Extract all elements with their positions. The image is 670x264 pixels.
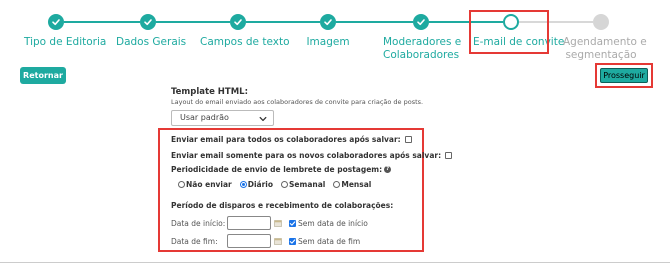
step-label-campos-de-texto[interactable]: Campos de texto	[200, 36, 290, 49]
calendar-icon[interactable]	[274, 237, 282, 245]
send-all-label: Enviar email para todos os colaboradores…	[171, 135, 401, 144]
start-date-label: Data de início:	[171, 218, 226, 228]
send-all-checkbox[interactable]	[404, 136, 412, 143]
step-done-check-icon[interactable]	[320, 14, 336, 30]
radio-button[interactable]	[281, 181, 289, 188]
send-new-option: Enviar email somente para os novos colab…	[171, 151, 453, 160]
help-icon[interactable]: ?	[384, 166, 392, 173]
progress-stepper: Tipo de Editoria Dados Gerais Campos de …	[0, 0, 670, 66]
no-end-date-checkbox[interactable]	[289, 237, 296, 245]
step-pending-circle-icon[interactable]	[593, 14, 609, 30]
step-label-line: Agendamento e	[563, 36, 647, 48]
reminder-frequency-title: Periodicidade de envio de lembrete de po…	[171, 165, 392, 174]
radio-label: Semanal	[289, 180, 326, 189]
no-end-date-label: Sem data de fim	[298, 236, 361, 246]
start-date-row: Data de início: Sem data de início	[171, 216, 368, 230]
template-html-description: Layout do email enviado aos colaboradore…	[171, 98, 424, 106]
step-label-line: Colaboradores	[383, 49, 460, 61]
radio-option-diario[interactable]: Diário	[239, 180, 274, 189]
radio-label: Mensal	[341, 180, 372, 189]
end-date-input[interactable]	[227, 234, 271, 248]
send-new-checkbox[interactable]	[445, 152, 453, 159]
step-connector	[246, 21, 320, 23]
calendar-icon[interactable]	[274, 219, 282, 227]
radio-button[interactable]	[333, 181, 341, 188]
current-step-highlight	[469, 10, 549, 54]
proceed-button-highlight: Prosseguir	[595, 63, 653, 88]
radio-button-selected[interactable]	[239, 181, 247, 188]
start-date-input[interactable]	[227, 216, 271, 230]
step-label-moderadores[interactable]: Moderadores e Colaboradores	[383, 36, 462, 62]
step-label-dados-gerais[interactable]: Dados Gerais	[116, 36, 186, 49]
send-new-label: Enviar email somente para os novos colab…	[171, 151, 442, 160]
radio-option-mensal[interactable]: Mensal	[333, 180, 371, 189]
bottom-divider	[0, 262, 670, 263]
step-done-check-icon[interactable]	[413, 14, 429, 30]
step-done-check-icon[interactable]	[230, 14, 246, 30]
chevron-down-icon	[259, 114, 267, 128]
return-button[interactable]: Retornar	[20, 67, 66, 84]
step-label-imagem[interactable]: Imagem	[296, 36, 360, 49]
template-select-value: Usar padrão	[180, 113, 229, 122]
step-label-line: segmentação	[565, 49, 637, 61]
step-label-tipo-de-editoria[interactable]: Tipo de Editoria	[24, 36, 106, 49]
end-date-row: Data de fim: Sem data de fim	[171, 234, 360, 248]
template-html-title: Template HTML:	[171, 87, 248, 97]
step-connector	[64, 21, 140, 23]
proceed-button[interactable]: Prosseguir	[600, 68, 648, 83]
radio-option-nao-enviar[interactable]: Não enviar	[178, 180, 232, 189]
no-start-date-label: Sem data de início	[298, 218, 368, 228]
step-done-check-icon[interactable]	[140, 14, 156, 30]
period-title: Período de disparos e recebimento de col…	[171, 201, 394, 210]
radio-label: Diário	[247, 180, 274, 189]
step-connector	[156, 21, 230, 23]
frequency-radio-group: Não enviar Diário Semanal Mensal	[178, 180, 379, 189]
step-done-check-icon[interactable]	[48, 14, 64, 30]
step-connector	[336, 21, 413, 23]
end-date-label: Data de fim:	[171, 236, 218, 246]
no-start-date-checkbox[interactable]	[289, 219, 296, 227]
radio-option-semanal[interactable]: Semanal	[281, 180, 325, 189]
template-select[interactable]: Usar padrão	[171, 110, 274, 126]
step-label-agendamento[interactable]: Agendamento e segmentação	[563, 36, 647, 62]
radio-button[interactable]	[178, 181, 185, 188]
step-label-line: Moderadores e	[383, 36, 462, 48]
send-all-option: Enviar email para todos os colaboradores…	[171, 135, 412, 144]
radio-label: Não enviar	[186, 180, 232, 189]
reminder-frequency-label: Periodicidade de envio de lembrete de po…	[171, 165, 383, 174]
